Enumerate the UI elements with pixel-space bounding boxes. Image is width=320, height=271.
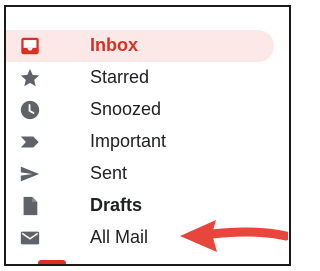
nav-item-inbox[interactable]: Inbox xyxy=(6,30,274,62)
clock-icon xyxy=(18,98,42,122)
next-item-icon-fragment xyxy=(38,260,66,264)
nav-item-label: Important xyxy=(90,131,167,152)
nav-item-label: Snoozed xyxy=(90,99,162,120)
nav-item-label: Inbox xyxy=(90,35,138,56)
nav-item-label: Drafts xyxy=(90,195,143,216)
nav-item-label: All Mail xyxy=(90,227,149,248)
nav-item-sent[interactable]: Sent xyxy=(6,158,274,190)
send-icon xyxy=(18,162,42,186)
nav-item-label: Starred xyxy=(90,67,150,88)
important-icon xyxy=(18,130,42,154)
mail-icon xyxy=(18,226,42,250)
annotation-arrow xyxy=(180,220,288,252)
nav-item-important[interactable]: Important xyxy=(6,126,274,158)
draft-icon xyxy=(18,194,42,218)
nav-item-starred[interactable]: Starred xyxy=(6,62,274,94)
inbox-icon xyxy=(18,34,42,58)
star-icon xyxy=(18,66,42,90)
nav-item-snoozed[interactable]: Snoozed xyxy=(6,94,274,126)
nav-item-label: Sent xyxy=(90,163,128,184)
